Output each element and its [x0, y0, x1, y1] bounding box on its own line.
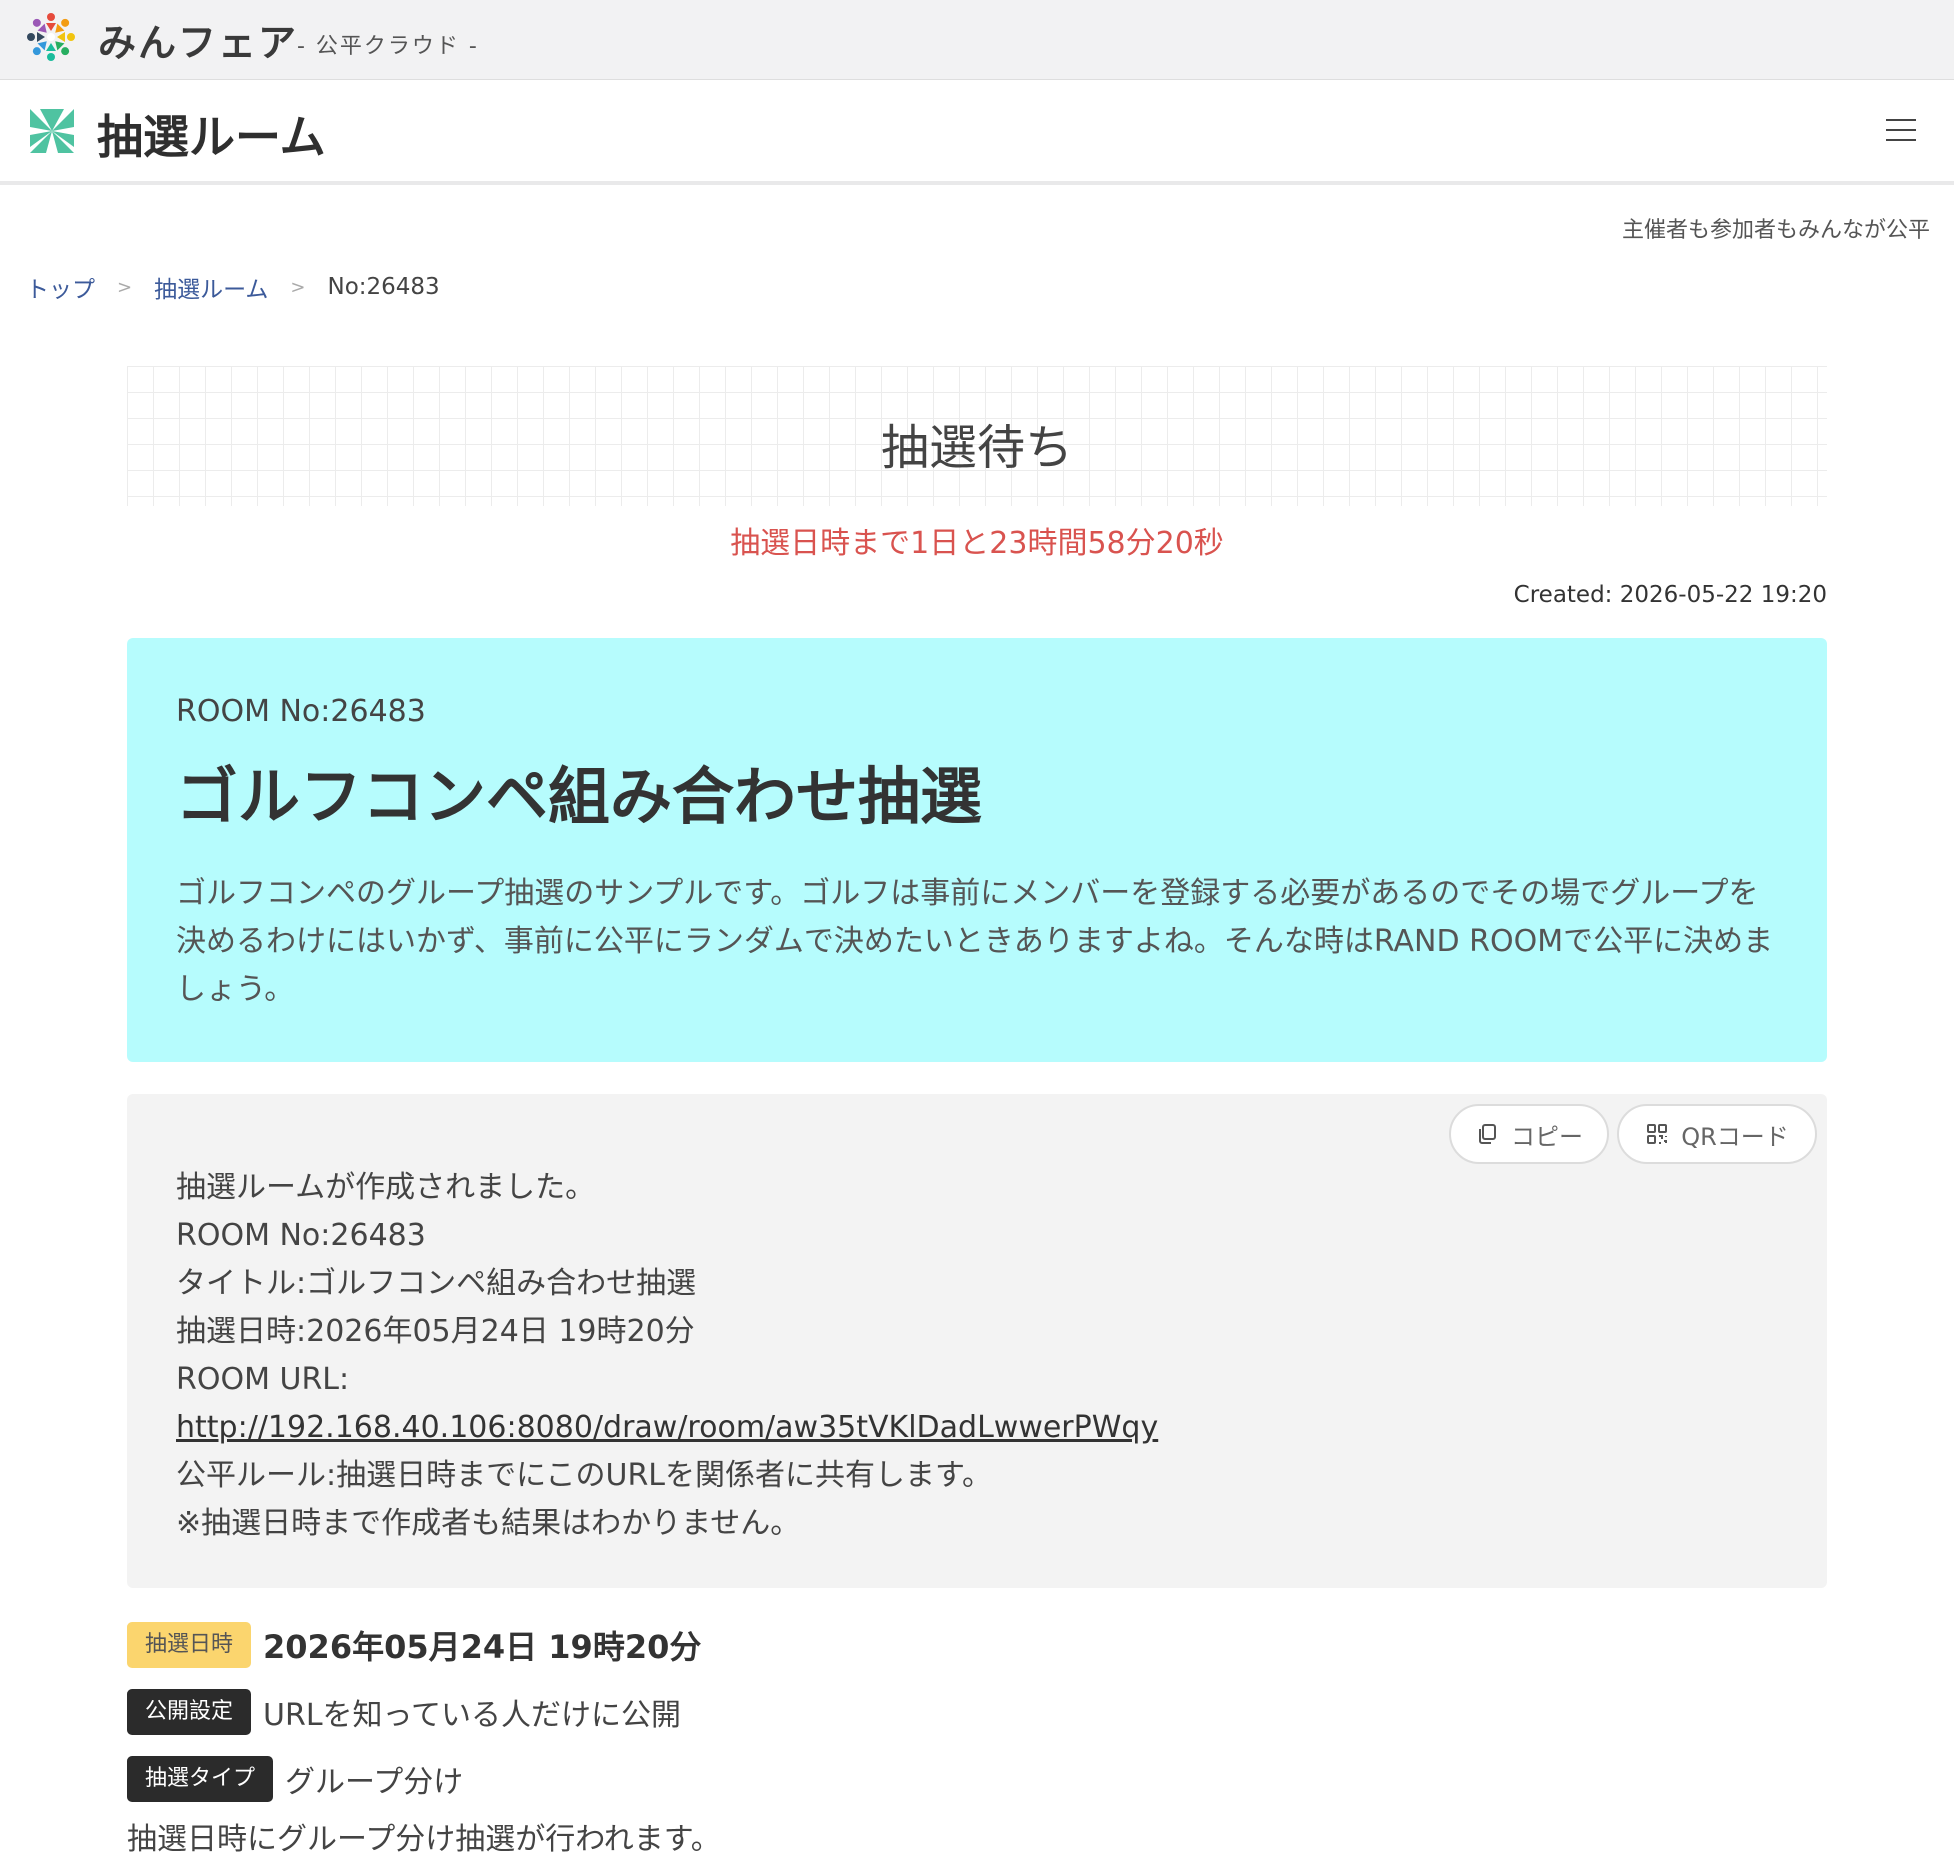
share-info-box: コピー QRコード 抽選ルームが作成されました。 ROOM No:26483 タ…: [127, 1094, 1827, 1588]
share-line-title: タイトル:ゴルフコンペ組み合わせ抽選: [176, 1266, 697, 1301]
share-line-url-label: ROOM URL:: [176, 1362, 350, 1397]
breadcrumb-home-link[interactable]: トップ: [26, 270, 95, 304]
qr-code-button-label: QRコード: [1681, 1122, 1789, 1151]
brand-name[interactable]: みんフェア: [98, 12, 298, 67]
room-url-link[interactable]: http://192.168.40.106:8080/draw/room/aw3…: [176, 1410, 1158, 1445]
visibility-row: 公開設定 URLを知っている人だけに公開: [127, 1689, 681, 1735]
room-card: ROOM No:26483 ゴルフコンペ組み合わせ抽選 ゴルフコンペのグループ抽…: [127, 638, 1827, 1062]
breadcrumb-separator: >: [117, 276, 133, 298]
share-line-created: 抽選ルームが作成されました。: [176, 1170, 596, 1205]
minfair-logo-icon[interactable]: [22, 8, 80, 66]
app-title[interactable]: 抽選ルーム: [97, 101, 326, 167]
breadcrumb-current: No:26483: [327, 274, 440, 300]
qr-code-button[interactable]: QRコード: [1617, 1104, 1817, 1164]
share-text: 抽選ルームが作成されました。 ROOM No:26483 タイトル:ゴルフコンペ…: [176, 1164, 1676, 1548]
created-timestamp: Created: 2026-05-22 19:20: [1513, 582, 1827, 608]
room-number: ROOM No:26483: [176, 694, 426, 729]
breadcrumb-separator: >: [290, 276, 306, 298]
draw-type-value: グループ分け: [285, 1765, 464, 1800]
status-panel: 抽選待ち: [127, 366, 1827, 506]
room-title: ゴルフコンペ組み合わせ抽選: [176, 760, 983, 833]
draw-date-badge: 抽選日時: [127, 1622, 252, 1668]
tagline: 主催者も参加者もみんなが公平: [1621, 218, 1930, 243]
brand-bar: みんフェア - 公平クラウド -: [0, 0, 1954, 80]
draw-status-label: 抽選待ち: [880, 420, 1073, 476]
brand-subtitle: - 公平クラウド -: [297, 34, 479, 59]
share-line-rule: 公平ルール:抽選日時までにこのURLを関係者に共有します。: [176, 1458, 993, 1493]
qr-code-icon: [1645, 1122, 1669, 1146]
breadcrumb-section-link[interactable]: 抽選ルーム: [154, 270, 268, 304]
draw-date-row: 抽選日時 2026年05月24日 19時20分: [127, 1622, 701, 1668]
share-line-note: ※抽選日時まで作成者も結果はわかりません。: [176, 1506, 801, 1541]
breadcrumb: トップ > 抽選ルーム > No:26483: [26, 270, 440, 304]
copy-button-label: コピー: [1511, 1122, 1583, 1151]
room-description: ゴルフコンペのグループ抽選のサンプルです。ゴルフは事前にメンバーを登録する必要が…: [176, 876, 1774, 1007]
draw-type-row: 抽選タイプ グループ分け: [127, 1756, 463, 1802]
share-line-room-no: ROOM No:26483: [176, 1218, 426, 1253]
draw-date-value: 2026年05月24日 19時20分: [263, 1628, 702, 1666]
draw-type-badge: 抽選タイプ: [127, 1756, 274, 1802]
countdown-text: 抽選日時まで1日と23時間58分20秒: [730, 526, 1224, 561]
draw-type-note: 抽選日時にグループ分け抽選が行われます。: [127, 1822, 721, 1857]
visibility-value: URLを知っている人だけに公開: [263, 1698, 682, 1733]
draw-room-logo-icon[interactable]: [24, 103, 80, 159]
hamburger-menu-icon[interactable]: [1880, 115, 1922, 145]
app-header: 抽選ルーム: [0, 81, 1954, 185]
visibility-badge: 公開設定: [127, 1689, 252, 1735]
copy-button[interactable]: コピー: [1449, 1104, 1609, 1164]
share-line-draw-datetime: 抽選日時:2026年05月24日 19時20分: [176, 1314, 695, 1349]
copy-icon: [1475, 1122, 1499, 1146]
